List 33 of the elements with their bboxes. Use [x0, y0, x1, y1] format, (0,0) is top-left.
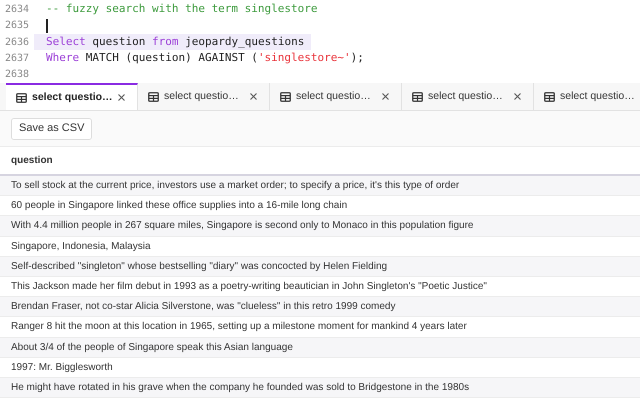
save-as-csv-button[interactable]: Save as CSV	[11, 118, 92, 140]
result-tab[interactable]: select questio…	[534, 83, 640, 110]
result-tab[interactable]: select questio…	[270, 83, 402, 110]
close-icon[interactable]	[118, 94, 125, 101]
table-icon	[544, 92, 555, 102]
text-cursor	[46, 18, 48, 33]
table-row: To sell stock at the current price, investors use a market order; to specify a price, it's this type of order	[0, 176, 640, 196]
result-tab[interactable]: select questio…	[6, 83, 138, 110]
table-row: 1997: Mr. Bigglesworth	[0, 358, 640, 378]
table-icon	[148, 92, 159, 102]
line-number: 2638	[4, 68, 30, 82]
result-tab[interactable]: select questio…	[402, 83, 534, 110]
table-row: Singapore, Indonesia, Malaysia	[0, 236, 640, 257]
column-header: question	[11, 154, 53, 168]
table-row: With 4.4 million people in 267 square miles, Singapore is second only to Monaco in this population figure	[0, 216, 640, 237]
code-line: -- fuzzy search with the term singlestore	[46, 1, 318, 17]
table-row: About 3/4 of the people of Singapore speak this Asian language	[0, 338, 640, 358]
table-icon	[16, 92, 27, 102]
result-tab[interactable]: select questio…	[138, 83, 270, 110]
close-icon[interactable]	[382, 93, 389, 100]
table-row: Brendan Fraser, not co-star Alicia Silverstone, was "clueless" in this retro 1999 comedy	[0, 297, 640, 318]
table-row: Self-described "singleton" whose bestselling "diary" was concocted by Helen Fielding	[0, 256, 640, 277]
table-icon	[280, 92, 291, 102]
line-number: 2636	[4, 36, 30, 50]
line-number: 2634	[4, 2, 30, 17]
table-icon	[412, 92, 423, 102]
code-line: Select question from jeopardy_questions	[46, 34, 306, 50]
close-icon[interactable]	[250, 93, 257, 100]
line-number: 2635	[4, 19, 30, 34]
code-line: Where MATCH (question) AGAINST ('singlestore~');	[46, 50, 364, 66]
line-number: 2637	[4, 52, 30, 66]
table-row: He might have rotated in his grave when the company he founded was sold to Bridgestone in the 1980s	[0, 378, 640, 398]
close-icon[interactable]	[514, 93, 521, 100]
